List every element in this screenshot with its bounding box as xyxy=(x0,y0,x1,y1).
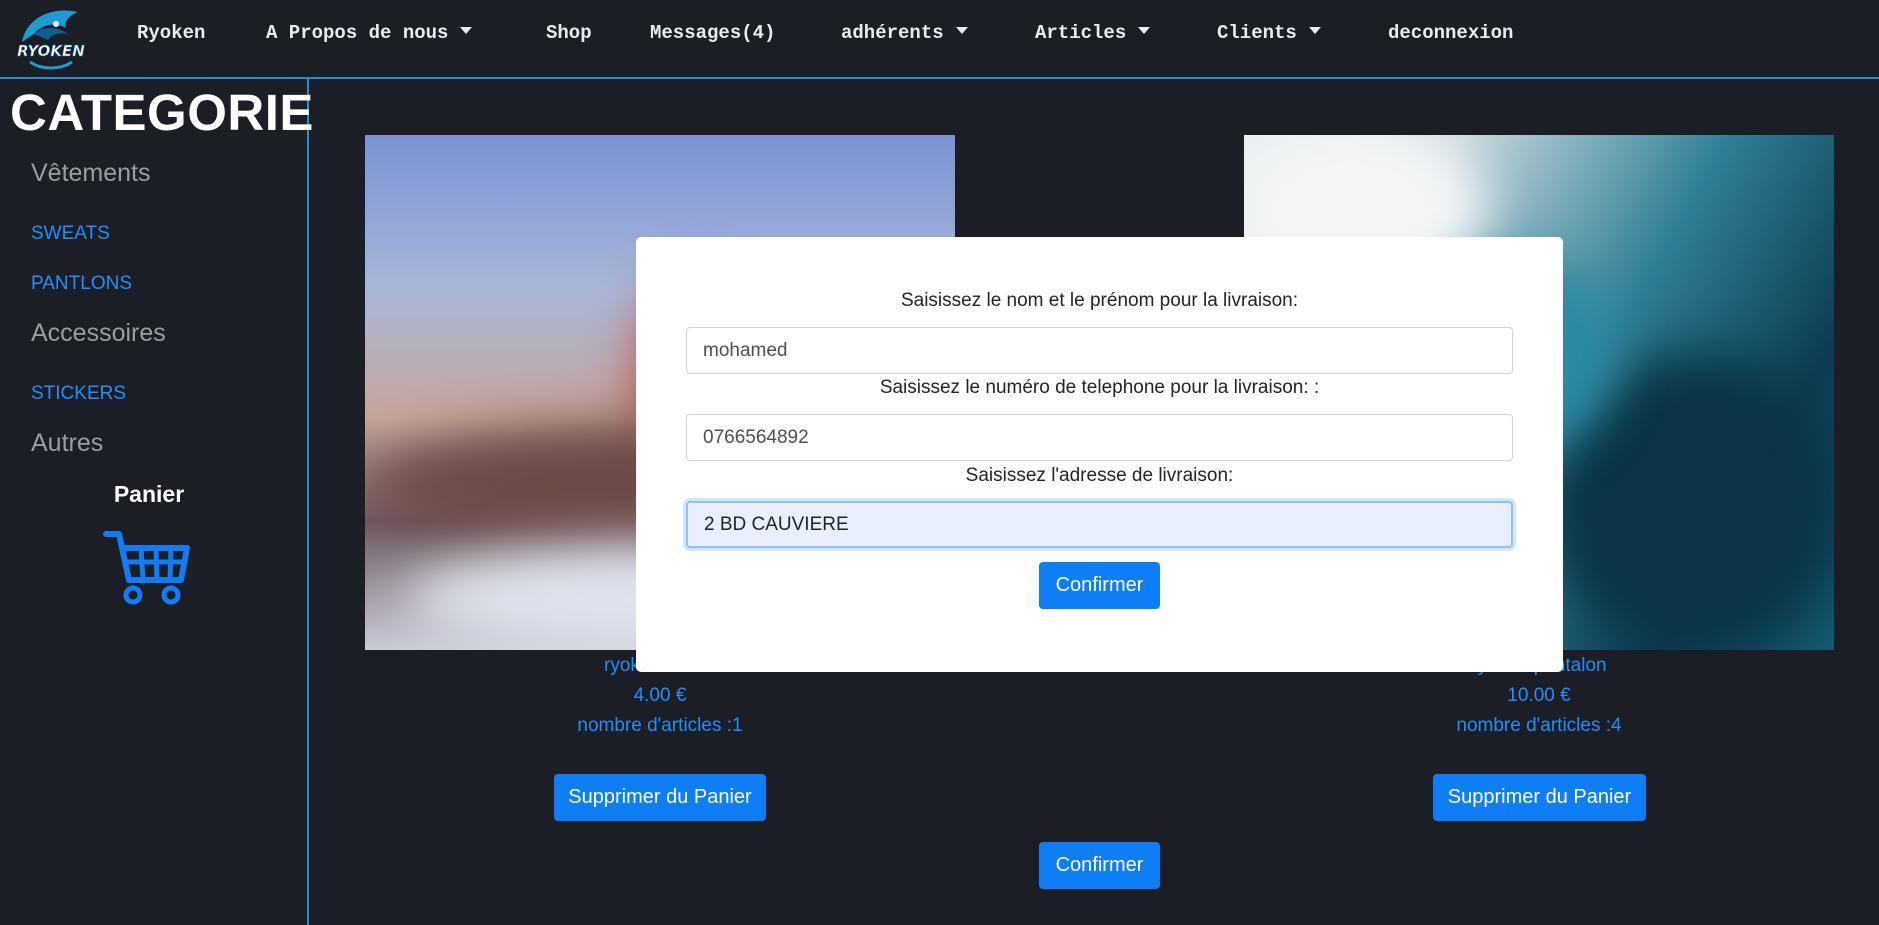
nav-label: A Propos de nous xyxy=(266,22,449,44)
modal-confirm-button[interactable]: Confirmer xyxy=(1039,562,1160,609)
delivery-modal: Saisissez le nom et le prénom pour la li… xyxy=(636,237,1563,672)
category-sidebar: CATEGORIE Vêtements SWEATS PANTLONS Acce… xyxy=(0,79,313,925)
delivery-name-input[interactable]: mohamed xyxy=(686,327,1513,374)
product-count: nombre d'articles :4 xyxy=(1456,715,1622,736)
nav-deconnexion[interactable]: deconnexion xyxy=(1388,20,1513,46)
nav-shop[interactable]: Shop xyxy=(546,20,592,46)
nav-label: Ryoken xyxy=(137,22,206,44)
remove-from-cart-button-pantalon[interactable]: Supprimer du Panier xyxy=(1433,774,1646,821)
nav-ryoken[interactable]: Ryoken xyxy=(137,20,205,46)
remove-from-cart-button-sweat[interactable]: Supprimer du Panier xyxy=(554,774,766,821)
svg-text:RYOKEN: RYOKEN xyxy=(17,42,85,60)
shopping-cart-icon[interactable] xyxy=(103,528,191,608)
nav-label: adhérents xyxy=(841,22,944,44)
caret-down-icon xyxy=(1138,27,1151,34)
category-title: CATEGORIE xyxy=(10,84,314,141)
confirm-order-button[interactable]: Confirmer xyxy=(1039,842,1160,889)
nav-articles-dropdown[interactable]: Articles xyxy=(1035,20,1151,46)
ryoken-logo[interactable]: RYOKEN xyxy=(12,4,90,74)
phone-field-label: Saisissez le numéro de telephone pour la… xyxy=(879,377,1320,398)
nav-adherents-dropdown[interactable]: adhérents xyxy=(841,20,968,46)
product-price: 4.00 € xyxy=(633,685,687,706)
nav-label: Messages(4) xyxy=(650,22,776,44)
name-field-label: Saisissez le nom et le prénom pour la li… xyxy=(900,290,1299,311)
category-link-sweats[interactable]: SWEATS xyxy=(31,223,110,245)
caret-down-icon xyxy=(460,27,473,34)
nav-messages[interactable]: Messages(4) xyxy=(650,20,775,46)
delivery-address-input[interactable]: 2 BD CAUVIERE xyxy=(686,501,1513,548)
category-link-pantlons[interactable]: PANTLONS xyxy=(31,273,132,295)
category-link-stickers[interactable]: STICKERS xyxy=(31,383,126,405)
top-navbar: RYOKEN Ryoken A Propos de nous Shop Mess… xyxy=(0,0,1879,79)
nav-label: Shop xyxy=(546,22,592,44)
product-count: nombre d'articles :1 xyxy=(577,715,743,736)
category-group-autres: Autres xyxy=(31,429,104,457)
category-group-accessoires: Accessoires xyxy=(31,319,166,347)
address-field-label: Saisissez l'adresse de livraison: xyxy=(965,465,1234,486)
caret-down-icon xyxy=(1308,27,1321,34)
panier-label: Panier xyxy=(113,481,185,507)
caret-down-icon xyxy=(955,27,968,34)
nav-label: deconnexion xyxy=(1388,22,1514,44)
product-price: 10.00 € xyxy=(1507,685,1571,706)
nav-clients-dropdown[interactable]: Clients xyxy=(1217,20,1321,46)
category-group-vetements: Vêtements xyxy=(31,159,151,187)
nav-label: Clients xyxy=(1217,22,1297,44)
nav-a-propos-dropdown[interactable]: A Propos de nous xyxy=(266,20,473,46)
nav-label: Articles xyxy=(1035,22,1127,44)
delivery-phone-input[interactable]: 0766564892 xyxy=(686,414,1513,461)
